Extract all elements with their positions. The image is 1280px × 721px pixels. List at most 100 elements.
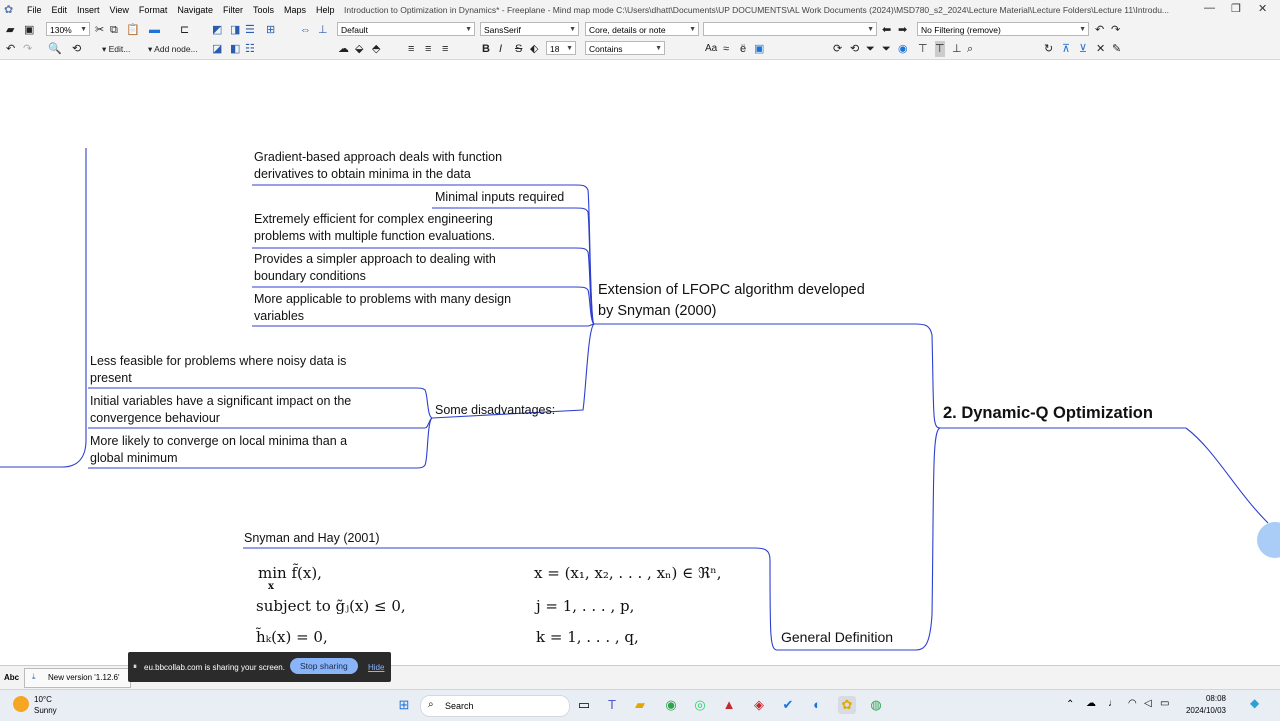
node-position-icon[interactable]: ⊥ [318,22,328,38]
clear-filter-icon[interactable]: ✕ [1096,41,1105,57]
add-node-button[interactable]: ▾ Add node... [148,44,198,55]
maps-icon[interactable]: ◍ [867,696,885,714]
bold-icon[interactable]: B [482,41,490,57]
clock-time[interactable]: 08:08 [1186,694,1226,703]
microphone-icon[interactable]: ♩ [1108,698,1118,709]
file-explorer-icon[interactable]: ▰ [631,696,649,714]
add-sibling-icon[interactable]: ⊏ [180,22,189,38]
font-select[interactable]: SansSerif ▼ [480,22,579,36]
match-mode-select[interactable]: Contains ▼ [585,41,665,55]
bubble-icon[interactable]: ⬙ [355,41,363,57]
wifi-icon[interactable]: ◠ [1128,698,1137,709]
redo-icon[interactable]: ↷ [23,41,32,57]
filter-search-icon[interactable]: ⌕ [967,41,973,57]
node-extension-lfopc[interactable]: Extension of LFOPC algorithm developed b… [598,280,865,322]
todo-icon[interactable]: ✔ [779,696,797,714]
menu-filter[interactable]: Filter [218,5,248,15]
group-icon[interactable]: ☷ [245,41,255,57]
edge-browser-icon[interactable]: ◐ [808,696,826,714]
hide-button[interactable]: Hide [368,663,384,672]
edit-filter-icon[interactable]: ✎ [1112,41,1121,57]
italic-icon[interactable]: I [499,41,502,57]
edge-icon[interactable]: ◪ [212,41,222,57]
freeplane-app-icon[interactable]: ✿ [4,4,16,16]
cut-icon[interactable]: ✂ [95,22,104,38]
find-replace-icon[interactable]: ⟲ [72,41,81,57]
menu-navigate[interactable]: Navigate [172,5,218,15]
align-right-icon[interactable]: ≡ [442,41,448,57]
node-general-definition[interactable]: General Definition [781,629,893,646]
copy-icon[interactable]: ⧉ [110,22,118,38]
menu-help[interactable]: Help [311,5,340,15]
node-snyman-hay[interactable]: Snyman and Hay (2001) [244,530,380,547]
node-gradient-approach[interactable]: Gradient-based approach deals with funct… [254,149,502,183]
filter-unfold-icon[interactable]: ⊥ [952,41,962,57]
node-initial-variables[interactable]: Initial variables have a significant imp… [90,393,351,427]
node-noisy-data[interactable]: Less feasible for problems where noisy d… [90,353,346,387]
chart-icon[interactable]: ◩ [212,22,222,38]
style-select[interactable]: Default ▼ [337,22,475,36]
filter-ancestors-icon[interactable]: ◉ [898,41,908,57]
node-design-variables[interactable]: More applicable to problems with many de… [254,291,511,325]
freeplane-taskbar-icon[interactable]: ✿ [838,696,856,714]
matlab-icon[interactable]: ▲ [720,696,738,714]
battery-icon[interactable]: ▭ [1160,698,1169,709]
text-color-icon[interactable]: ⬖ [530,41,538,57]
arrow-left-icon[interactable]: ⬅ [882,22,891,38]
whatsapp-icon[interactable]: ◎ [691,696,709,714]
funnel-edit-icon[interactable]: ⏷ [882,41,891,57]
filter-up-icon[interactable]: ⊼ [1062,41,1070,57]
menu-file[interactable]: File [22,5,47,15]
node-efficient[interactable]: Extremely efficient for complex engineer… [254,211,495,245]
add-child-icon[interactable]: ▬ [149,22,160,38]
mindmap-canvas[interactable]: Gradient-based approach deals with funct… [0,60,1280,665]
menu-format[interactable]: Format [134,5,173,15]
tray-chevron-up-icon[interactable]: ⌃ [1066,699,1074,710]
close-icon[interactable]: ✕ [1258,2,1267,15]
app-icon[interactable]: ◈ [750,696,768,714]
maximize-icon[interactable]: ❐ [1231,2,1241,15]
filter-descendants-icon[interactable]: ⊤ [918,41,928,57]
save-icon[interactable]: ▣ [24,22,34,38]
notification-icon[interactable]: ◆ [1250,696,1259,710]
edit-button[interactable]: ▾ Edit... [102,44,130,55]
filter-refresh-icon[interactable]: ⟳ [833,41,842,57]
filter-select[interactable]: No Filtering (remove) ▼ [917,22,1089,36]
align-center-icon[interactable]: ≡ [425,41,431,57]
onedrive-icon[interactable]: ☁ [1086,698,1096,709]
menu-tools[interactable]: Tools [248,5,279,15]
funnel-icon[interactable]: ⏷ [866,41,875,57]
list-icon[interactable]: ☰ [245,22,255,38]
weather-temp[interactable]: 10°C [34,695,52,704]
filter-selected-icon[interactable]: ⟲ [850,41,859,57]
weather-sun-icon[interactable] [13,696,29,712]
filter-down-icon[interactable]: ⊻ [1079,41,1087,57]
find-icon[interactable]: 🔍 [48,41,62,57]
redo-filter-icon[interactable]: ↷ [1111,22,1120,38]
menu-edit[interactable]: Edit [47,5,73,15]
menu-insert[interactable]: Insert [72,5,105,15]
paste-icon[interactable]: 📋 [126,22,140,38]
layout-icon[interactable]: ◨ [230,22,240,38]
fill-color-icon[interactable]: ⬘ [372,41,380,57]
weather-desc[interactable]: Sunny [34,706,57,715]
teams-icon[interactable]: T [603,696,621,714]
node-minimal-inputs[interactable]: Minimal inputs required [435,189,564,206]
windows-start-icon[interactable]: ⊞ [395,696,413,714]
clock-date[interactable]: 2024/10/03 [1180,706,1226,715]
regex-icon[interactable]: ▣ [754,41,764,57]
undo-icon[interactable]: ↶ [6,41,15,57]
font-size-select[interactable]: 18 ▼ [546,41,576,55]
chrome-icon[interactable]: ◉ [662,696,680,714]
approximate-icon[interactable]: ≈ [723,41,729,57]
menu-view[interactable]: View [105,5,134,15]
node-root-dynamic-q[interactable]: 2. Dynamic-Q Optimization [943,405,1153,422]
search-input[interactable]: ▼ [703,22,877,36]
filter-hidden-icon[interactable]: ⊤ [935,41,945,57]
summary-icon[interactable]: ◧ [230,41,240,57]
cloud-icon[interactable]: ☁ [338,41,349,57]
node-some-disadvantages[interactable]: Some disadvantages: [435,402,555,419]
open-folder-icon[interactable]: ▰ [6,22,14,38]
move-node-icon[interactable]: ⇔ [300,22,311,38]
accent-icon[interactable]: ë [740,41,746,57]
